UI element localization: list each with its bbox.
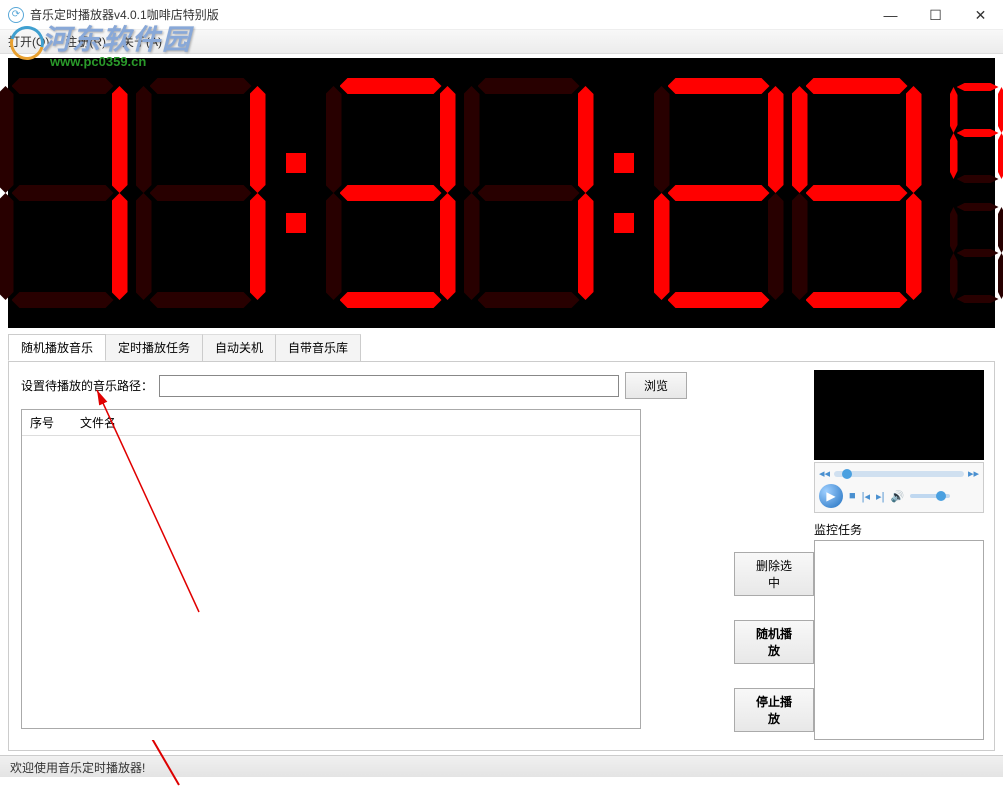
action-buttons: 删除选中 随机播放 停止播放 xyxy=(734,362,814,750)
minimize-button[interactable]: — xyxy=(868,0,913,30)
stop-play-button[interactable]: 停止播放 xyxy=(734,688,814,732)
delete-selected-button[interactable]: 删除选中 xyxy=(734,552,814,596)
col-filename[interactable]: 文件名 xyxy=(72,410,640,435)
clock-display xyxy=(8,58,995,328)
tab-auto-shutdown[interactable]: 自动关机 xyxy=(202,334,276,361)
play-button[interactable]: ▶ xyxy=(819,484,843,508)
tab-scheduled-play[interactable]: 定时播放任务 xyxy=(105,334,203,361)
digit-h1 xyxy=(0,78,128,308)
file-list-header: 序号 文件名 xyxy=(22,410,640,436)
seek-slider[interactable] xyxy=(834,471,964,477)
browse-button[interactable]: 浏览 xyxy=(625,372,687,399)
monitor-label: 监控任务 xyxy=(814,521,984,538)
path-label: 设置待播放的音乐路径： xyxy=(21,377,153,394)
path-input[interactable] xyxy=(159,375,619,397)
prev-icon[interactable]: |◂ xyxy=(862,490,870,503)
menu-register[interactable]: 注册(R) xyxy=(65,33,106,50)
digit-h2 xyxy=(136,78,266,308)
colon-1 xyxy=(286,153,306,233)
next-icon[interactable]: ▸| xyxy=(876,490,884,503)
menu-open[interactable]: 打开(O) xyxy=(8,33,49,50)
window-title: 音乐定时播放器v4.0.1咖啡店特别版 xyxy=(30,6,219,23)
rewind-icon[interactable]: ◂◂ xyxy=(819,467,830,480)
digit-s2 xyxy=(792,78,922,308)
file-list[interactable]: 序号 文件名 xyxy=(21,409,641,729)
tab-music-library[interactable]: 自带音乐库 xyxy=(275,334,361,361)
tabs: 随机播放音乐 定时播放任务 自动关机 自带音乐库 xyxy=(8,334,995,361)
left-panel: 设置待播放的音乐路径： 浏览 序号 文件名 xyxy=(9,362,734,750)
col-number[interactable]: 序号 xyxy=(22,410,72,435)
volume-slider[interactable] xyxy=(910,494,950,498)
volume-icon[interactable]: 🔊 xyxy=(890,490,904,503)
digit-m1 xyxy=(326,78,456,308)
digit-s1 xyxy=(654,78,784,308)
status-text: 欢迎使用音乐定时播放器! xyxy=(10,761,145,775)
window-controls: — ☐ ✕ xyxy=(868,0,1003,30)
ampm-indicator xyxy=(950,83,1003,303)
video-preview xyxy=(814,370,984,460)
menu-about[interactable]: 关于(A) xyxy=(122,33,162,50)
media-player: ◂◂ ▸▸ ▶ ■ |◂ ▸| 🔊 xyxy=(814,462,984,513)
tab-random-play[interactable]: 随机播放音乐 xyxy=(8,334,106,361)
monitor-task-list[interactable] xyxy=(814,540,984,740)
stop-icon[interactable]: ■ xyxy=(849,490,856,502)
close-button[interactable]: ✕ xyxy=(958,0,1003,30)
forward-icon[interactable]: ▸▸ xyxy=(968,467,979,480)
random-play-button[interactable]: 随机播放 xyxy=(734,620,814,664)
right-panel: ◂◂ ▸▸ ▶ ■ |◂ ▸| 🔊 监控任务 xyxy=(814,362,994,750)
colon-2 xyxy=(614,153,634,233)
digit-m2 xyxy=(464,78,594,308)
content-area: 设置待播放的音乐路径： 浏览 序号 文件名 删除选中 随机播放 停止播放 ◂ xyxy=(8,361,995,751)
status-bar: 欢迎使用音乐定时播放器! xyxy=(0,755,1003,777)
menubar: 打开(O) 注册(R) 关于(A) xyxy=(0,30,1003,54)
maximize-button[interactable]: ☐ xyxy=(913,0,958,30)
titlebar: ⟳ 音乐定时播放器v4.0.1咖啡店特别版 — ☐ ✕ xyxy=(0,0,1003,30)
app-icon: ⟳ xyxy=(8,7,24,23)
